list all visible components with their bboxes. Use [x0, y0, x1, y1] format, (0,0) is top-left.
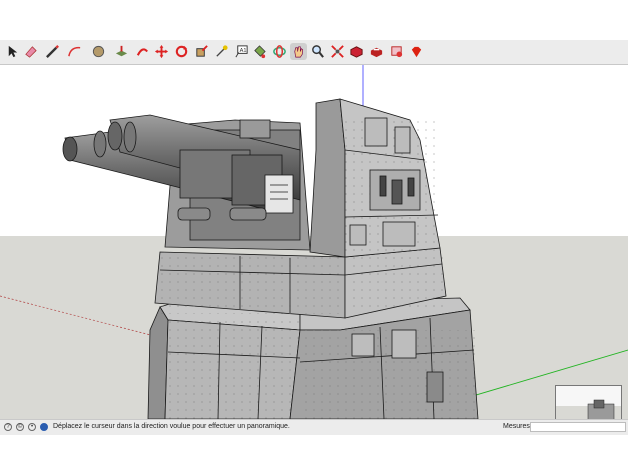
orbit-icon	[273, 45, 286, 58]
arc-icon	[68, 46, 81, 57]
eraser-tool[interactable]	[22, 43, 39, 60]
follow-me-tool[interactable]	[134, 43, 151, 60]
arc-tool[interactable]	[66, 43, 83, 60]
text-tool[interactable]: A1	[233, 43, 250, 60]
zoom-magnifier-icon	[312, 45, 324, 58]
scale-tool[interactable]	[193, 43, 210, 60]
pencil-line-icon	[46, 45, 59, 58]
paint-bucket-tool[interactable]	[251, 43, 268, 60]
send-to-layout-tool[interactable]	[388, 43, 405, 60]
ruby-console-tool[interactable]	[408, 43, 425, 60]
3d-warehouse-icon	[350, 46, 363, 58]
turret-model-render	[0, 65, 628, 419]
push-pull-tool[interactable]	[113, 43, 130, 60]
extension-warehouse-icon	[370, 47, 383, 58]
model-viewport[interactable]	[0, 65, 628, 419]
status-message: Déplacez le curseur dans la direction vo…	[53, 423, 290, 430]
orbit-tool[interactable]	[271, 43, 288, 60]
pan-tool[interactable]	[290, 43, 307, 60]
circle-shapes-icon	[92, 45, 105, 58]
line-tool[interactable]	[44, 43, 61, 60]
scale-icon	[196, 45, 208, 57]
shapes-tool[interactable]	[90, 43, 107, 60]
select-tool[interactable]	[4, 43, 21, 60]
push-pull-icon	[115, 45, 128, 57]
geolocation-icon[interactable]	[40, 423, 48, 431]
measurements-label: Mesures	[503, 423, 530, 430]
measurements-input[interactable]	[530, 422, 626, 432]
follow-me-icon	[136, 48, 148, 56]
text-label-icon: A1	[235, 45, 248, 58]
tape-measure-icon	[216, 45, 228, 57]
user-icon[interactable]: •	[28, 423, 36, 431]
ruby-console-icon	[411, 46, 422, 58]
move-tool[interactable]	[153, 43, 170, 60]
zoom-tool[interactable]	[309, 43, 326, 60]
select-arrow-icon	[8, 45, 18, 58]
eraser-icon	[25, 46, 37, 58]
status-bar: ? © • Déplacez le curseur dans la direct…	[0, 419, 628, 435]
tools-toolbar: A1	[0, 40, 628, 65]
extension-warehouse-tool[interactable]	[368, 43, 385, 60]
rotate-icon	[175, 45, 188, 58]
upper-body	[154, 247, 447, 319]
zoom-extents-tool[interactable]	[329, 43, 346, 60]
zoom-extents-icon	[331, 45, 344, 58]
paint-bucket-icon	[254, 45, 266, 59]
pan-hand-icon	[294, 46, 304, 58]
tape-measure-tool[interactable]	[213, 43, 230, 60]
svg-text:A1: A1	[240, 48, 247, 54]
3d-warehouse-tool[interactable]	[348, 43, 365, 60]
help-icon[interactable]: ?	[4, 423, 12, 431]
lower-body	[147, 297, 479, 419]
move-icon	[154, 44, 169, 59]
send-to-layout-icon	[391, 46, 403, 58]
credits-icon[interactable]: ©	[16, 423, 24, 431]
rotate-tool[interactable]	[173, 43, 190, 60]
